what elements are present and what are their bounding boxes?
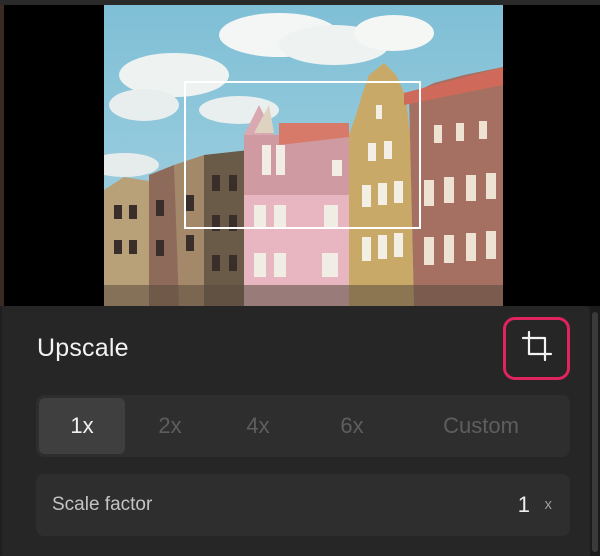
scale-factor-field[interactable]: Scale factor 1 x xyxy=(36,474,570,536)
scale-option-custom[interactable]: Custom xyxy=(416,398,546,454)
scrollbar-thumb[interactable] xyxy=(592,312,598,552)
scale-option-4x[interactable]: 4x xyxy=(216,398,300,454)
preview-image xyxy=(104,5,503,306)
scale-factor-unit: x xyxy=(544,496,553,513)
scale-option-1x[interactable]: 1x xyxy=(39,398,125,454)
scale-factor-value[interactable]: 1 xyxy=(518,492,530,518)
adjacent-thumbnail-edge xyxy=(0,5,4,306)
panel-title: Upscale xyxy=(37,334,129,362)
crop-button[interactable] xyxy=(503,317,570,380)
scale-option-2x[interactable]: 2x xyxy=(128,398,212,454)
scale-option-6x[interactable]: 6x xyxy=(310,398,394,454)
image-canvas[interactable] xyxy=(0,5,600,306)
scale-selector: 1x 2x 4x 6x Custom xyxy=(36,395,570,457)
scrollbar[interactable] xyxy=(590,306,600,556)
upscale-panel: Upscale 1x 2x 4x 6x Custom Scale factor … xyxy=(2,306,590,556)
crop-selection-rectangle[interactable] xyxy=(184,81,421,229)
crop-icon xyxy=(520,329,554,368)
scale-factor-label: Scale factor xyxy=(52,494,153,515)
